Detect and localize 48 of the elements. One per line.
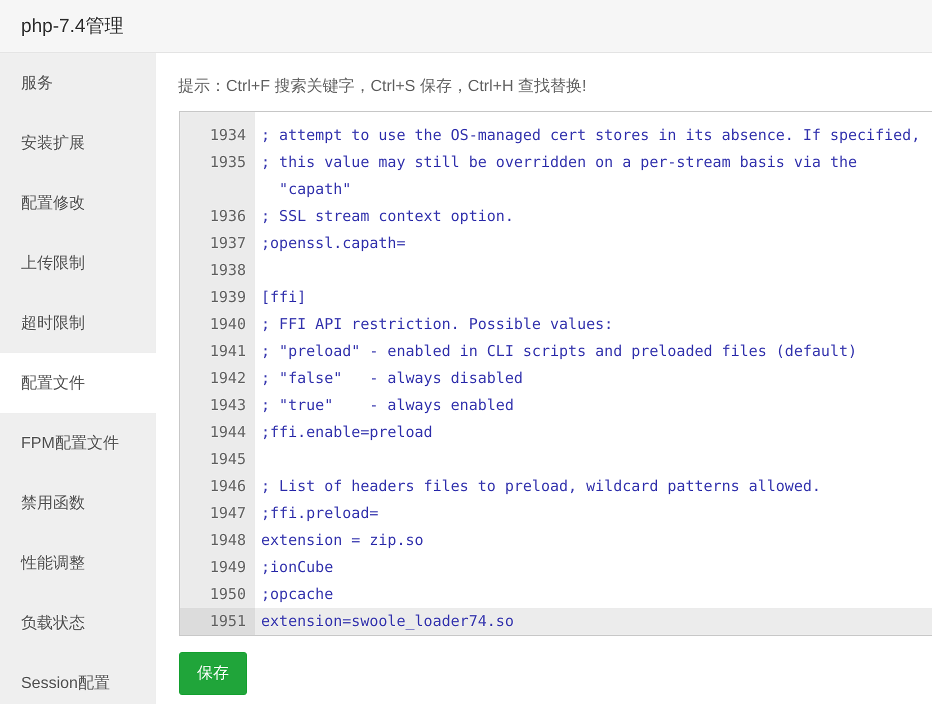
line-number: 1934 — [210, 126, 246, 144]
line-number: 1943 — [210, 396, 246, 414]
sidebar-item[interactable]: 禁用函数 — [0, 473, 156, 533]
line-number: 1942 — [210, 369, 246, 387]
code-line: ; "false" - always disabled — [261, 369, 523, 387]
code-line: ; SSL stream context option. — [261, 207, 514, 225]
line-number: 1951 — [210, 612, 246, 630]
sidebar-item[interactable]: 配置文件 — [0, 353, 156, 413]
sidebar-item[interactable]: FPM配置文件 — [0, 413, 156, 473]
line-number: 1936 — [210, 207, 246, 225]
line-number: 1950 — [210, 585, 246, 603]
sidebar-item[interactable]: 上传限制 — [0, 233, 156, 293]
code-line: ;opcache — [261, 585, 334, 603]
line-number: 1948 — [210, 531, 246, 549]
line-number: 1939 — [210, 288, 246, 306]
sidebar-item[interactable]: 服务 — [0, 53, 156, 113]
code-line: ;ffi.preload= — [261, 504, 378, 522]
sidebar-item[interactable]: 安装扩展 — [0, 113, 156, 173]
line-number: 1940 — [210, 315, 246, 333]
sidebar-item[interactable]: Session配置 — [0, 653, 156, 704]
code-line: ; "true" - always enabled — [261, 396, 514, 414]
code-line: ; this value may still be overridden on a per-stream basis via the "capath" — [261, 153, 858, 198]
sidebar-item[interactable]: 超时限制 — [0, 293, 156, 353]
code-editor[interactable] — [179, 111, 932, 636]
line-number: 1941 — [210, 342, 246, 360]
code-line: extension = zip.so — [261, 531, 424, 549]
code-line: ; FFI API restriction. Possible values: — [261, 315, 614, 333]
code-line: extension=swoole_loader74.so — [261, 612, 514, 630]
sidebar-item[interactable]: 性能调整 — [0, 533, 156, 593]
line-number: 1937 — [210, 234, 246, 252]
code-line: ; attempt to use the OS-managed cert stores in its absence. If specified, — [261, 126, 920, 144]
line-number: 1938 — [210, 261, 246, 279]
line-number: 1944 — [210, 423, 246, 441]
code-line: ;openssl.capath= — [261, 234, 406, 252]
window-title: php-7.4管理 — [21, 15, 124, 39]
code-line: ;ionCube — [261, 558, 334, 576]
sidebar-item[interactable]: 负载状态 — [0, 593, 156, 653]
code-line: ; "preload" - enabled in CLI scripts and preloaded files (default) — [261, 342, 858, 360]
line-number: 1945 — [210, 450, 246, 468]
hint-text: 提示：Ctrl+F 搜索关键字，Ctrl+S 保存，Ctrl+H 查找替换! — [178, 76, 588, 97]
sidebar-item[interactable]: 配置修改 — [0, 173, 156, 233]
line-number: 1935 — [210, 153, 246, 171]
code-line: ; List of headers files to preload, wildcard patterns allowed. — [261, 477, 821, 495]
code-line: ;ffi.enable=preload — [261, 423, 433, 441]
line-number: 1947 — [210, 504, 246, 522]
code-line: [ffi] — [261, 288, 306, 306]
line-number: 1949 — [210, 558, 246, 576]
line-number: 1946 — [210, 477, 246, 495]
